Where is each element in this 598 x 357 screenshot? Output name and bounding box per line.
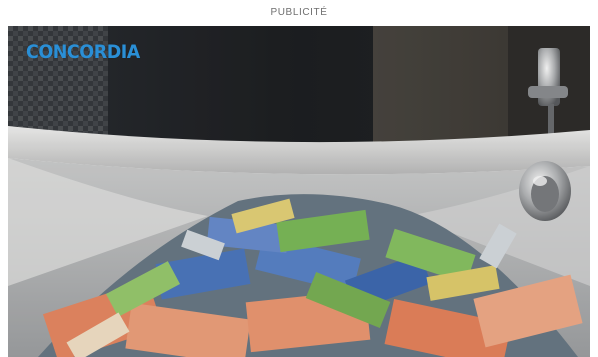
concordia-logo: CONCORDIA — [26, 41, 140, 63]
page: PUBLICITÉ CONCORDIA — [0, 0, 598, 357]
ad-image — [8, 26, 590, 357]
advertisement-banner[interactable]: CONCORDIA — [8, 26, 590, 357]
advertisement-label: PUBLICITÉ — [270, 7, 328, 18]
